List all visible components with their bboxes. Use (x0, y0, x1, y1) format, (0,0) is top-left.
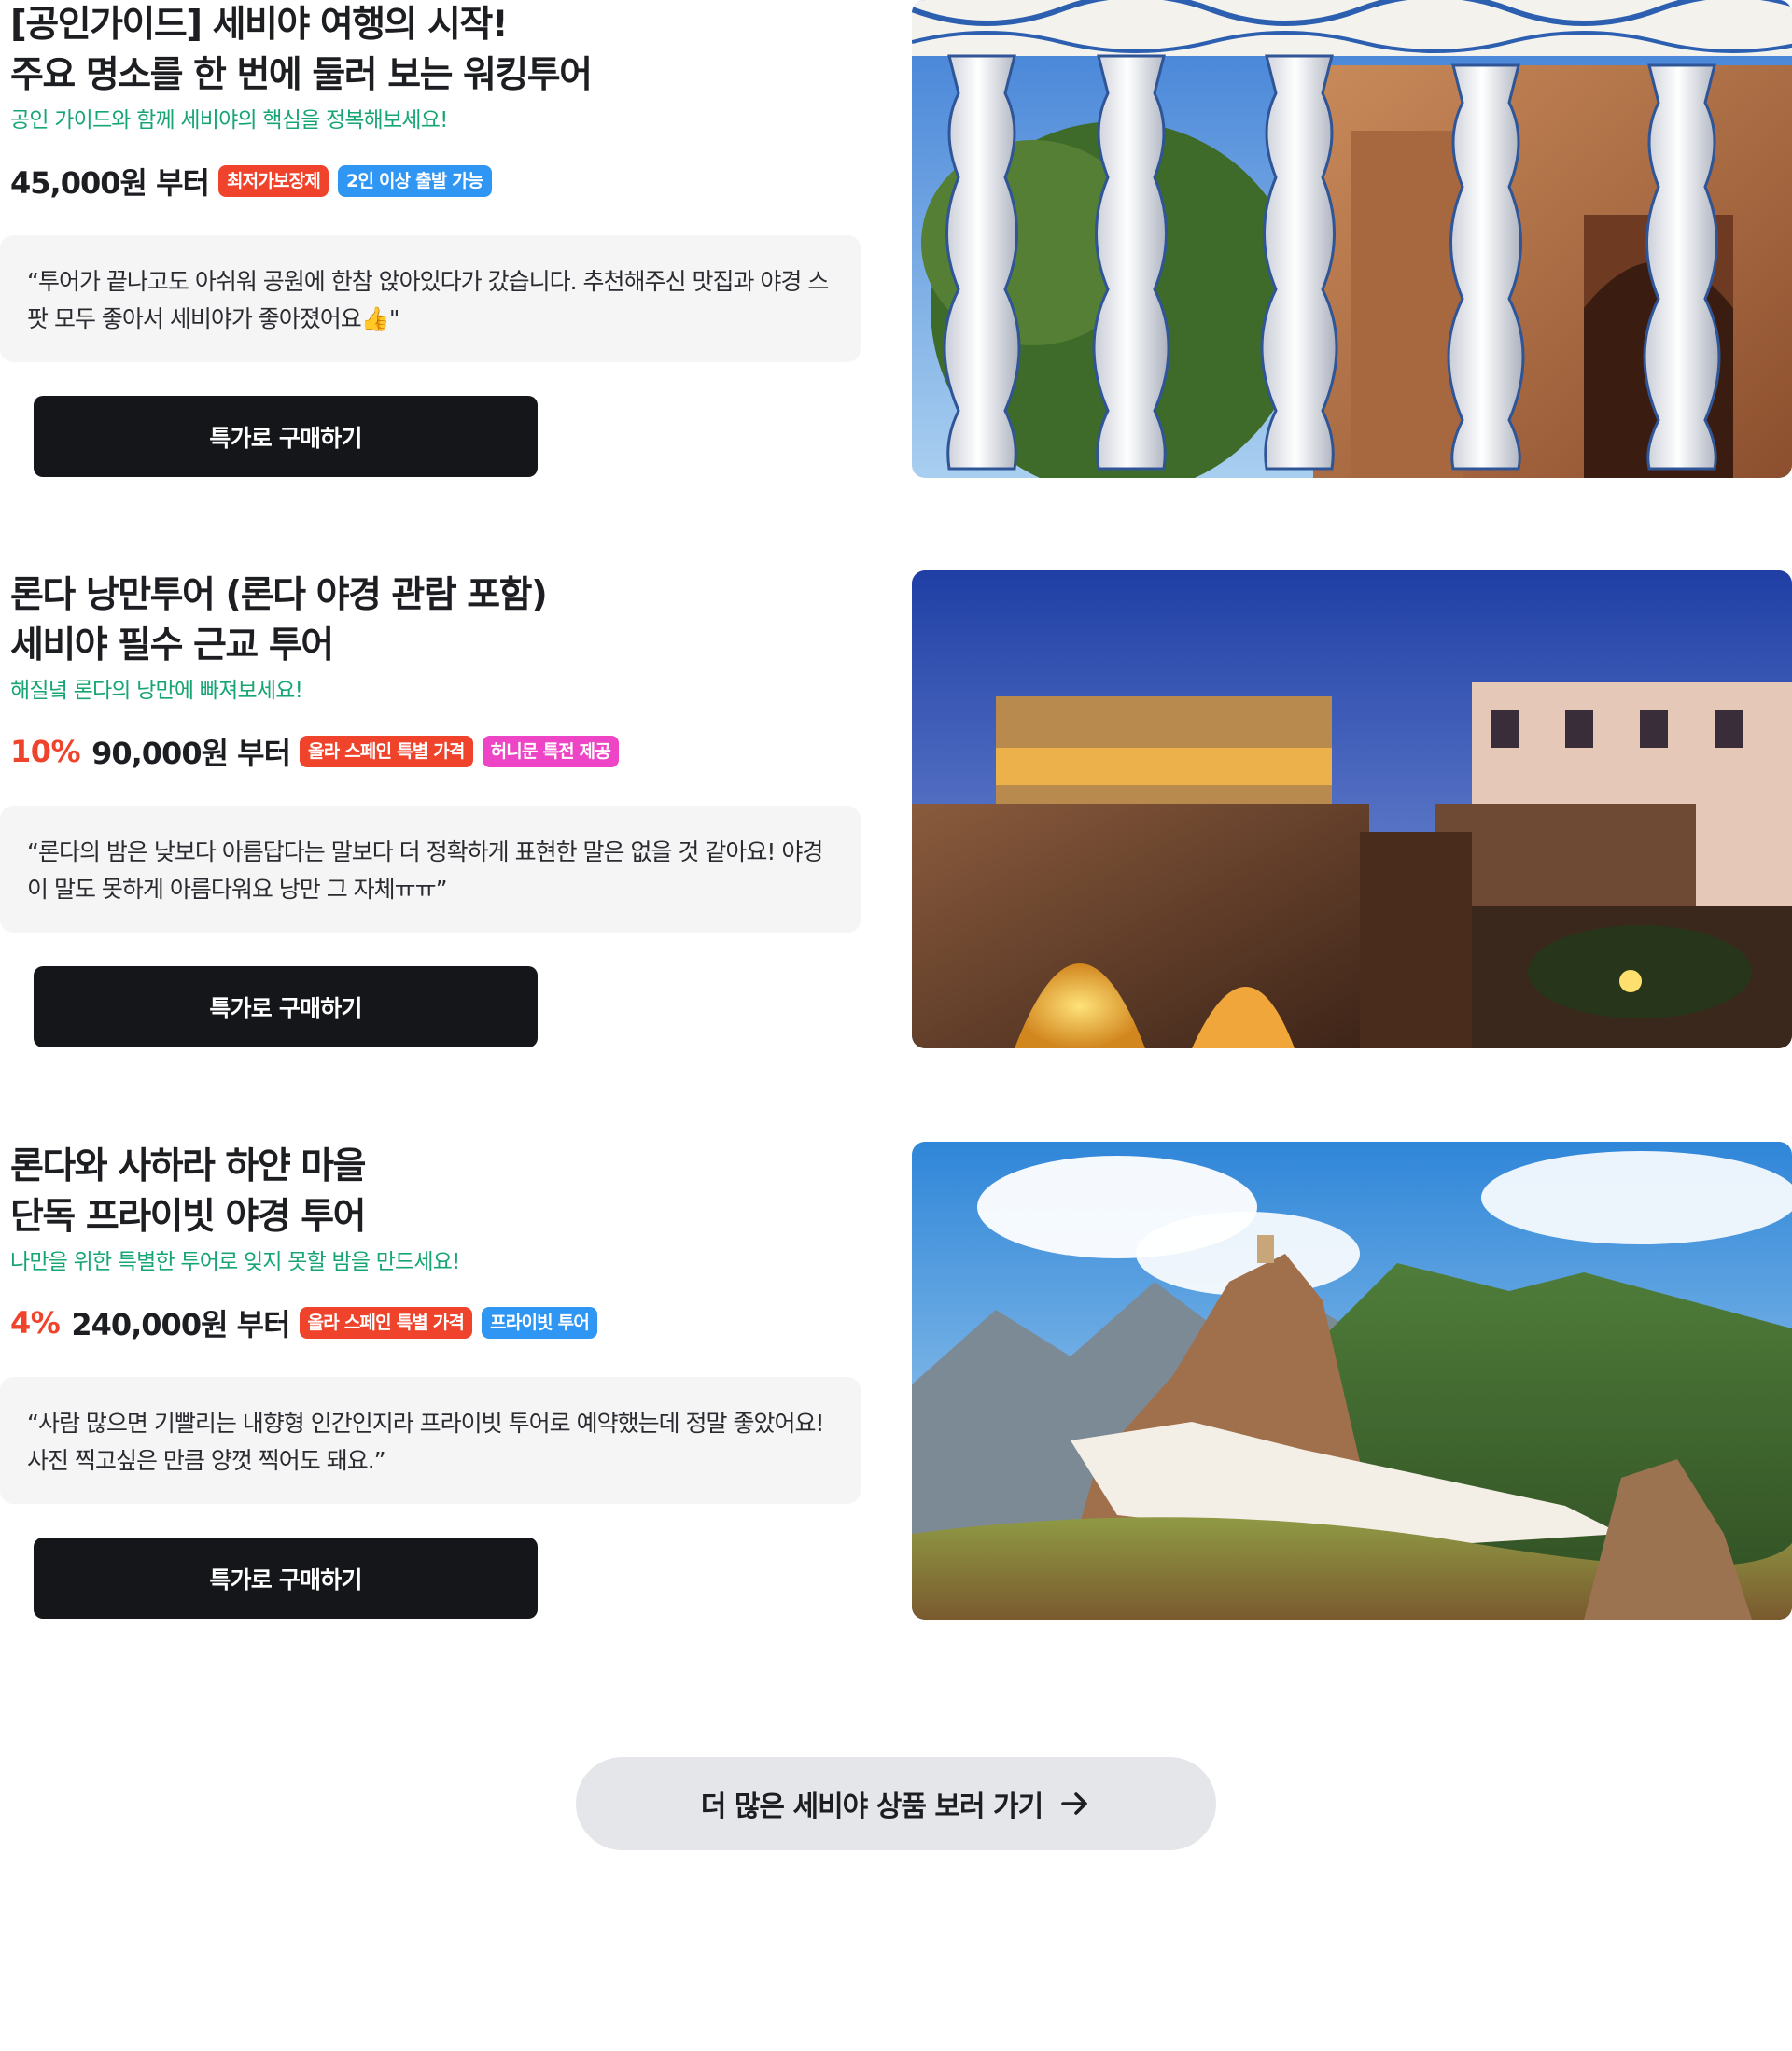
product-title-line: 주요 명소를 한 번에 둘러 보는 워킹투어 (10, 54, 593, 96)
product-subtitle: 나만을 위한 특별한 투어로 잊지 못할 밤을 만드세요! (10, 1250, 460, 1274)
photo-illustration (912, 570, 1792, 1048)
sevilla-plaza-balustrade-photo[interactable] (912, 0, 1792, 478)
product-card-1: [공인가이드] 세비야 여행의 시작! 주요 명소를 한 번에 둘러 보는 워킹… (0, 0, 1792, 485)
see-more-sevilla-products-button[interactable]: 더 많은 세비야 상품 보러 가기 (576, 1757, 1216, 1850)
arrow-right-icon (1061, 1792, 1088, 1815)
badge-lowest-price-guarantee: 최저가보장제 (217, 165, 329, 197)
product-card-2: 론다 낭만투어 (론다 야경 관람 포함) 세비야 필수 근교 투어 해질녘 론… (0, 570, 1792, 1056)
price-row: 45,000원 부터 최저가보장제 2인 이상 출발 가능 (10, 159, 501, 204)
price-row: 10% 90,000원 부터 올라 스페인 특별 가격 허니문 특전 제공 (10, 729, 628, 774)
product-price: 240,000원 부터 (71, 1307, 290, 1342)
badge-ola-spain-special-price: 올라 스페인 특별 가격 (299, 1307, 473, 1339)
product-title: 론다 낭만투어 (론다 야경 관람 포함) 세비야 필수 근교 투어 (10, 570, 548, 671)
product-title-line: 론다 낭만투어 (론다 야경 관람 포함) (10, 574, 548, 616)
zahara-white-village-photo[interactable] (912, 1142, 1792, 1620)
badge-ola-spain-special-price: 올라 스페인 특별 가격 (300, 736, 473, 767)
product-title-line: 단독 프라이빗 야경 투어 (10, 1196, 367, 1238)
review-quote: “투어가 끝나고도 아쉬워 공원에 한참 앉아있다가 갔습니다. 추천해주신 맛… (0, 235, 861, 362)
product-subtitle: 공인 가이드와 함께 세비야의 핵심을 정복해보세요! (10, 108, 448, 133)
buy-at-special-price-button[interactable]: 특가로 구매하기 (34, 396, 538, 477)
review-quote: “론다의 밤은 낮보다 아름답다는 말보다 더 정확하게 표현한 말은 없을 것… (0, 806, 861, 933)
product-title-line: 세비야 필수 근교 투어 (10, 625, 334, 667)
discount-rate: 10% (10, 734, 81, 769)
buy-at-special-price-button[interactable]: 특가로 구매하기 (34, 1538, 538, 1619)
buy-at-special-price-button[interactable]: 특가로 구매하기 (34, 966, 538, 1047)
badge-honeymoon-benefit: 허니문 특전 제공 (482, 736, 620, 767)
product-price: 90,000원 부터 (91, 736, 291, 771)
more-button-label: 더 많은 세비야 상품 보러 가기 (700, 1791, 1043, 1823)
product-title: 론다와 사하라 하얀 마을 단독 프라이빗 야경 투어 (10, 1142, 367, 1243)
review-quote: “사람 많으면 기빨리는 내향형 인간인지라 프라이빗 투어로 예약했는데 정말… (0, 1377, 861, 1504)
product-title-line: [공인가이드] 세비야 여행의 시작! (10, 4, 509, 46)
badge-min-2-people: 2인 이상 출발 가능 (338, 165, 492, 197)
photo-illustration (912, 0, 1792, 478)
ronda-bridge-night-photo[interactable] (912, 570, 1792, 1048)
price-row: 4% 240,000원 부터 올라 스페인 특별 가격 프라이빗 투어 (10, 1300, 607, 1345)
product-price: 45,000원 부터 (10, 165, 210, 201)
discount-rate: 4% (10, 1305, 61, 1341)
product-card-3: 론다와 사하라 하얀 마을 단독 프라이빗 야경 투어 나만을 위한 특별한 투… (0, 1142, 1792, 1627)
photo-illustration (912, 1142, 1792, 1620)
badge-private-tour: 프라이빗 투어 (482, 1307, 598, 1339)
product-title-line: 론다와 사하라 하얀 마을 (10, 1145, 367, 1187)
product-subtitle: 해질녘 론다의 낭만에 빠져보세요! (10, 679, 303, 703)
product-title: [공인가이드] 세비야 여행의 시작! 주요 명소를 한 번에 둘러 보는 워킹… (10, 0, 593, 101)
